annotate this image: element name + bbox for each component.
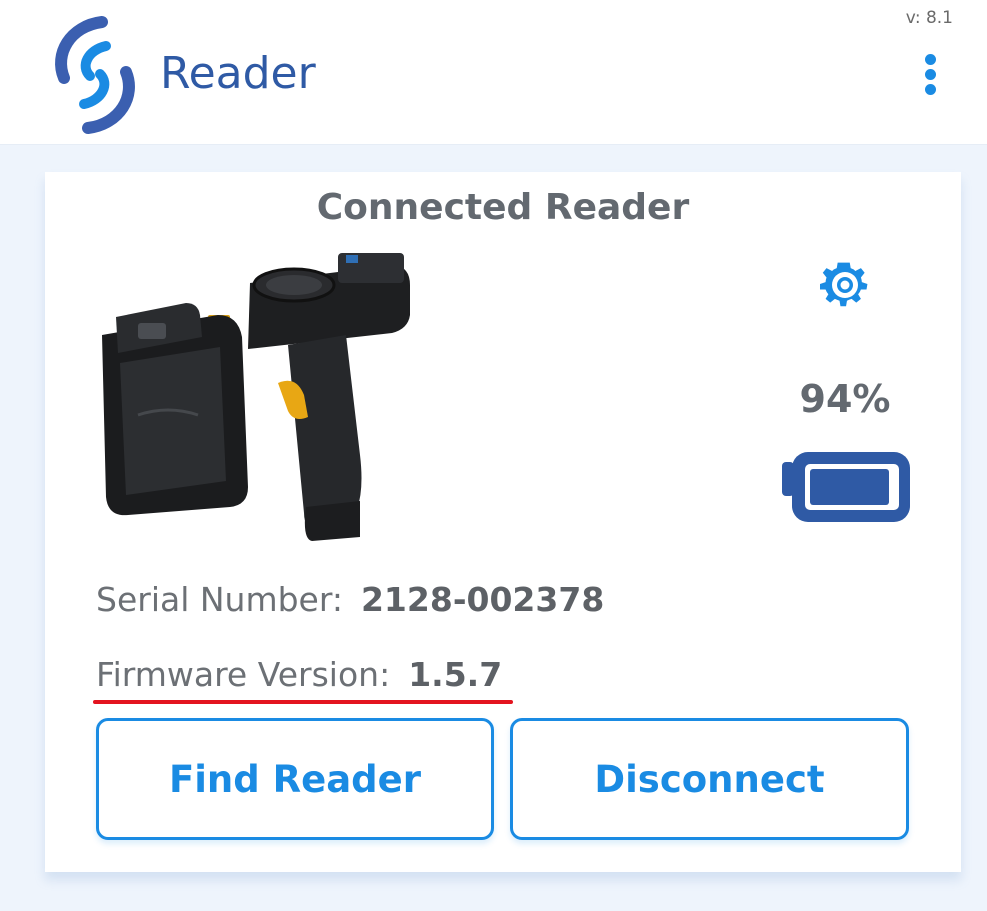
firmware-version-label: Firmware Version:: [96, 655, 391, 694]
battery-level-fill: [810, 469, 889, 505]
handheld-rfid-reader-image: [102, 253, 410, 541]
firmware-version-value: 1.5.7: [408, 655, 503, 694]
version-label: v: 8.1: [905, 8, 953, 28]
battery-icon: [782, 452, 910, 522]
s-swirl-logo-icon: [55, 16, 135, 134]
firmware-highlight-underline: [93, 700, 513, 704]
vertical-dots-menu-icon[interactable]: [912, 52, 950, 98]
card-title: Connected Reader: [316, 187, 690, 228]
app-title: Reader: [160, 48, 316, 99]
serial-number-value: 2128-002378: [360, 580, 605, 619]
disconnect-button[interactable]: Disconnect: [510, 718, 909, 840]
menu-dot: [925, 54, 936, 65]
gear-icon[interactable]: [818, 258, 872, 312]
menu-dot: [925, 69, 936, 80]
find-reader-button[interactable]: Find Reader: [96, 718, 494, 840]
menu-dot: [925, 84, 936, 95]
serial-number-label: Serial Number:: [96, 580, 343, 619]
firmware-version-row: Firmware Version: 1.5.7: [96, 652, 502, 698]
serial-number-row: Serial Number: 2128-002378: [96, 577, 604, 623]
app-header: Reader v: 8.1: [0, 0, 987, 145]
battery-percent: 94%: [799, 377, 891, 421]
